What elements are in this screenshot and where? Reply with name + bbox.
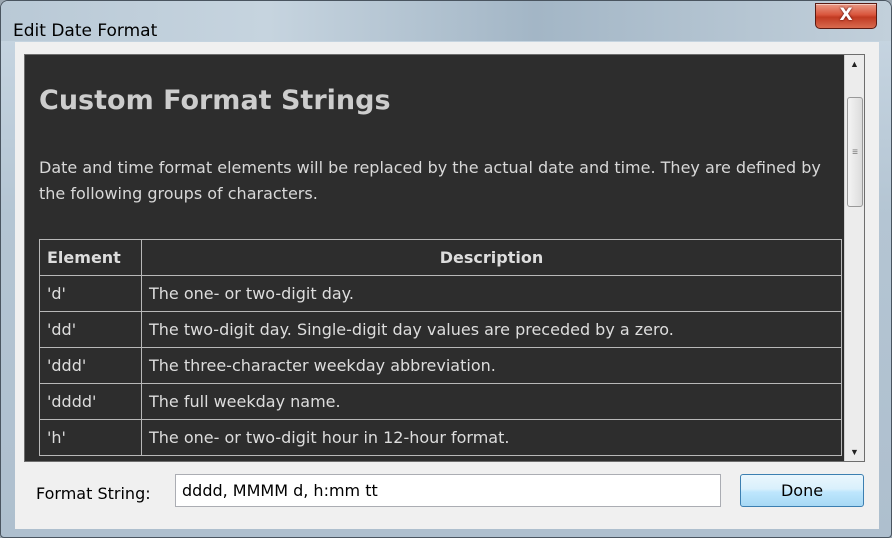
element-cell: 'd' xyxy=(39,275,142,312)
table-row: 'd' The one- or two-digit day. xyxy=(39,275,842,312)
description-cell: The one- or two-digit day. xyxy=(141,275,842,312)
close-icon: X xyxy=(839,5,853,25)
table-row: 'h' The one- or two-digit hour in 12-hou… xyxy=(39,419,842,456)
scroll-down-button[interactable]: ▼ xyxy=(845,443,864,461)
column-header-description: Description xyxy=(141,239,842,276)
scrollbar-thumb[interactable]: ≡ xyxy=(847,97,863,207)
description-cell: The two-digit day. Single-digit day valu… xyxy=(141,311,842,348)
done-button[interactable]: Done xyxy=(740,474,864,507)
table-row: 'dddd' The full weekday name. xyxy=(39,383,842,420)
element-cell: 'dd' xyxy=(39,311,142,348)
help-heading: Custom Format Strings xyxy=(39,85,391,116)
format-string-label: Format String: xyxy=(36,484,151,503)
title-bar[interactable]: Edit Date Format X xyxy=(1,1,891,41)
description-cell: The one- or two-digit hour in 12-hour fo… xyxy=(141,419,842,456)
dialog-body: Custom Format Strings Date and time form… xyxy=(15,42,879,529)
description-cell: The three-character weekday abbreviation… xyxy=(141,347,842,384)
element-cell: 'ddd' xyxy=(39,347,142,384)
grip-icon: ≡ xyxy=(852,147,858,158)
scroll-up-icon: ▲ xyxy=(850,59,859,69)
help-content-pane: Custom Format Strings Date and time form… xyxy=(24,54,865,462)
help-document: Custom Format Strings Date and time form… xyxy=(25,55,845,461)
format-string-input[interactable] xyxy=(175,474,721,507)
edit-date-format-window: Edit Date Format X Custom Format Strings… xyxy=(0,0,892,538)
format-elements-table: Element Description 'd' The one- or two-… xyxy=(39,239,842,456)
close-button[interactable]: X xyxy=(815,3,877,29)
window-title: Edit Date Format xyxy=(13,21,158,41)
scroll-down-icon: ▼ xyxy=(850,447,859,457)
vertical-scrollbar[interactable]: ▲ ≡ ▼ xyxy=(844,55,864,461)
table-header-row: Element Description xyxy=(39,239,842,276)
help-intro: Date and time format elements will be re… xyxy=(39,158,821,203)
description-cell: The full weekday name. xyxy=(141,383,842,420)
element-cell: 'dddd' xyxy=(39,383,142,420)
table-row: 'dd' The two-digit day. Single-digit day… xyxy=(39,311,842,348)
element-cell: 'h' xyxy=(39,419,142,456)
table-row: 'ddd' The three-character weekday abbrev… xyxy=(39,347,842,384)
scroll-up-button[interactable]: ▲ xyxy=(845,55,864,73)
column-header-element: Element xyxy=(39,239,142,276)
